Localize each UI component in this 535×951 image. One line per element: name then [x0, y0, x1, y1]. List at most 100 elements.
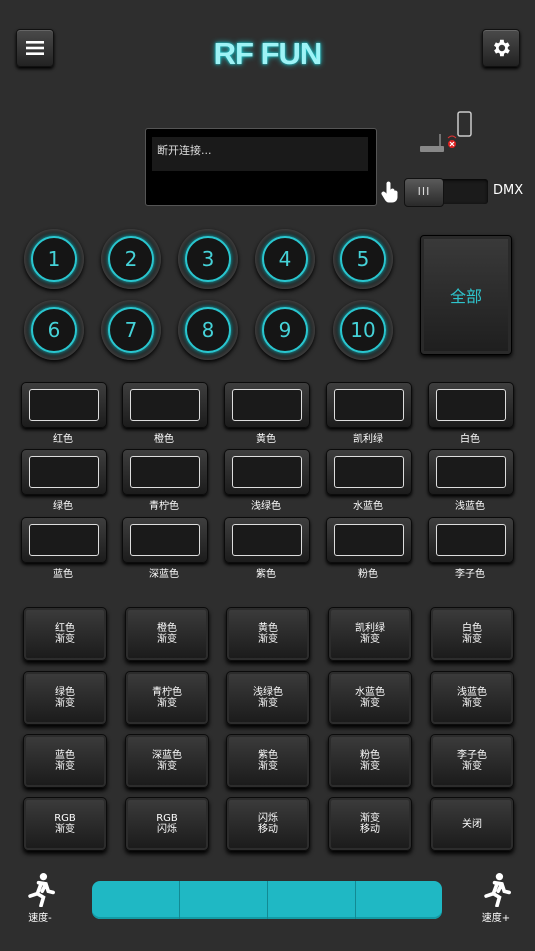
speed-up-button[interactable]: 速度+ [476, 873, 516, 924]
zone-button-1[interactable]: 1 [24, 229, 84, 289]
effect-button[interactable]: 白色 渐变 [430, 607, 514, 661]
effect-label-line: 闪烁 [157, 824, 177, 835]
effect-label-line: 渐变 [157, 634, 177, 645]
color-button[interactable] [224, 517, 310, 563]
effect-button[interactable]: 浅绿色 渐变 [226, 671, 310, 725]
status-text: 断开连接... [152, 137, 368, 171]
effect-label-line: 紫色 [258, 750, 278, 761]
color-button[interactable] [428, 449, 514, 495]
color-label: 红色 [53, 434, 73, 445]
effect-label-line: 渐变 [462, 634, 482, 645]
effect-button[interactable]: 青柠色 渐变 [125, 671, 209, 725]
color-button[interactable] [428, 517, 514, 563]
color-label: 青柠色 [149, 501, 179, 512]
effect-label-line: 水蓝色 [355, 687, 385, 698]
color-swatch [334, 456, 404, 488]
speed-divider [267, 881, 268, 919]
settings-button[interactable] [482, 29, 520, 67]
effect-label-line: 红色 [55, 623, 75, 634]
effect-button[interactable]: 水蓝色 渐变 [328, 671, 412, 725]
effect-button[interactable]: 凯利绿 渐变 [328, 607, 412, 661]
zone-number: 3 [185, 236, 231, 282]
zone-button-8[interactable]: 8 [178, 300, 238, 360]
connection-status-icon [418, 110, 476, 158]
color-swatch [334, 524, 404, 556]
zone-button-6[interactable]: 6 [24, 300, 84, 360]
color-label: 蓝色 [53, 569, 73, 580]
color-label: 黄色 [256, 434, 276, 445]
color-button[interactable] [224, 449, 310, 495]
effect-button[interactable]: 橙色 渐变 [125, 607, 209, 661]
zone-button-10[interactable]: 10 [333, 300, 393, 360]
color-swatch [436, 389, 506, 421]
effect-label-line: 渐变 [55, 761, 75, 772]
zone-button-9[interactable]: 9 [255, 300, 315, 360]
color-swatch [130, 524, 200, 556]
color-button[interactable] [326, 382, 412, 428]
effect-button[interactable]: RGB 渐变 [23, 797, 107, 851]
effect-label-line: 渐变 [360, 634, 380, 645]
effect-label-line: 渐变 [360, 813, 380, 824]
effect-button[interactable]: 渐变 移动 [328, 797, 412, 851]
toggle-knob[interactable]: III [404, 178, 444, 207]
zone-number: 9 [262, 307, 308, 353]
color-button[interactable] [21, 517, 107, 563]
effect-button[interactable]: 深蓝色 渐变 [125, 734, 209, 788]
effect-button[interactable]: 蓝色 渐变 [23, 734, 107, 788]
color-button[interactable] [326, 449, 412, 495]
app-title: RF FUN [213, 36, 323, 71]
color-swatch [232, 389, 302, 421]
effect-button[interactable]: 红色 渐变 [23, 607, 107, 661]
color-label: 凯利绿 [353, 434, 383, 445]
all-zones-button[interactable]: 全部 [420, 235, 512, 355]
speed-divider [355, 881, 356, 919]
effect-label-line: 绿色 [55, 687, 75, 698]
color-button[interactable] [122, 449, 208, 495]
effect-label-line: 渐变 [55, 698, 75, 709]
effect-button[interactable]: 浅蓝色 渐变 [430, 671, 514, 725]
zone-button-4[interactable]: 4 [255, 229, 315, 289]
effect-label-line: 渐变 [360, 761, 380, 772]
color-button[interactable] [21, 449, 107, 495]
effect-label-line: 渐变 [157, 761, 177, 772]
effect-label-line: 渐变 [462, 761, 482, 772]
effect-button[interactable]: 李子色 渐变 [430, 734, 514, 788]
color-button[interactable] [428, 382, 514, 428]
zone-button-2[interactable]: 2 [101, 229, 161, 289]
color-button[interactable] [21, 382, 107, 428]
color-swatch [436, 524, 506, 556]
color-button[interactable] [326, 517, 412, 563]
color-button[interactable] [122, 517, 208, 563]
zone-button-5[interactable]: 5 [333, 229, 393, 289]
effect-label-line: 渐变 [258, 698, 278, 709]
speed-slider[interactable] [92, 881, 442, 919]
zone-number: 4 [262, 236, 308, 282]
effect-label-line: 李子色 [457, 750, 487, 761]
zone-button-7[interactable]: 7 [101, 300, 161, 360]
effect-button[interactable]: 紫色 渐变 [226, 734, 310, 788]
effect-label-line: 橙色 [157, 623, 177, 634]
effect-button[interactable]: 闪烁 移动 [226, 797, 310, 851]
color-swatch [29, 524, 99, 556]
color-label: 橙色 [154, 434, 174, 445]
effect-label-line: 凯利绿 [355, 623, 385, 634]
effect-button[interactable]: 黄色 渐变 [226, 607, 310, 661]
color-label: 浅绿色 [251, 501, 281, 512]
effect-label-line: 白色 [462, 623, 482, 634]
color-swatch [29, 389, 99, 421]
effect-label-line: 渐变 [258, 634, 278, 645]
effect-label-line: 青柠色 [152, 687, 182, 698]
color-label: 紫色 [256, 569, 276, 580]
effect-button[interactable]: RGB 闪烁 [125, 797, 209, 851]
speed-down-button[interactable]: 速度- [20, 873, 60, 924]
color-button[interactable] [122, 382, 208, 428]
effect-button[interactable]: 绿色 渐变 [23, 671, 107, 725]
gear-icon [494, 39, 510, 57]
effect-button[interactable]: 粉色 渐变 [328, 734, 412, 788]
dmx-toggle[interactable]: III [404, 178, 488, 207]
effect-button[interactable]: 关闭 [430, 797, 514, 851]
effect-label-line: 粉色 [360, 750, 380, 761]
color-label: 深蓝色 [149, 569, 179, 580]
color-button[interactable] [224, 382, 310, 428]
zone-button-3[interactable]: 3 [178, 229, 238, 289]
